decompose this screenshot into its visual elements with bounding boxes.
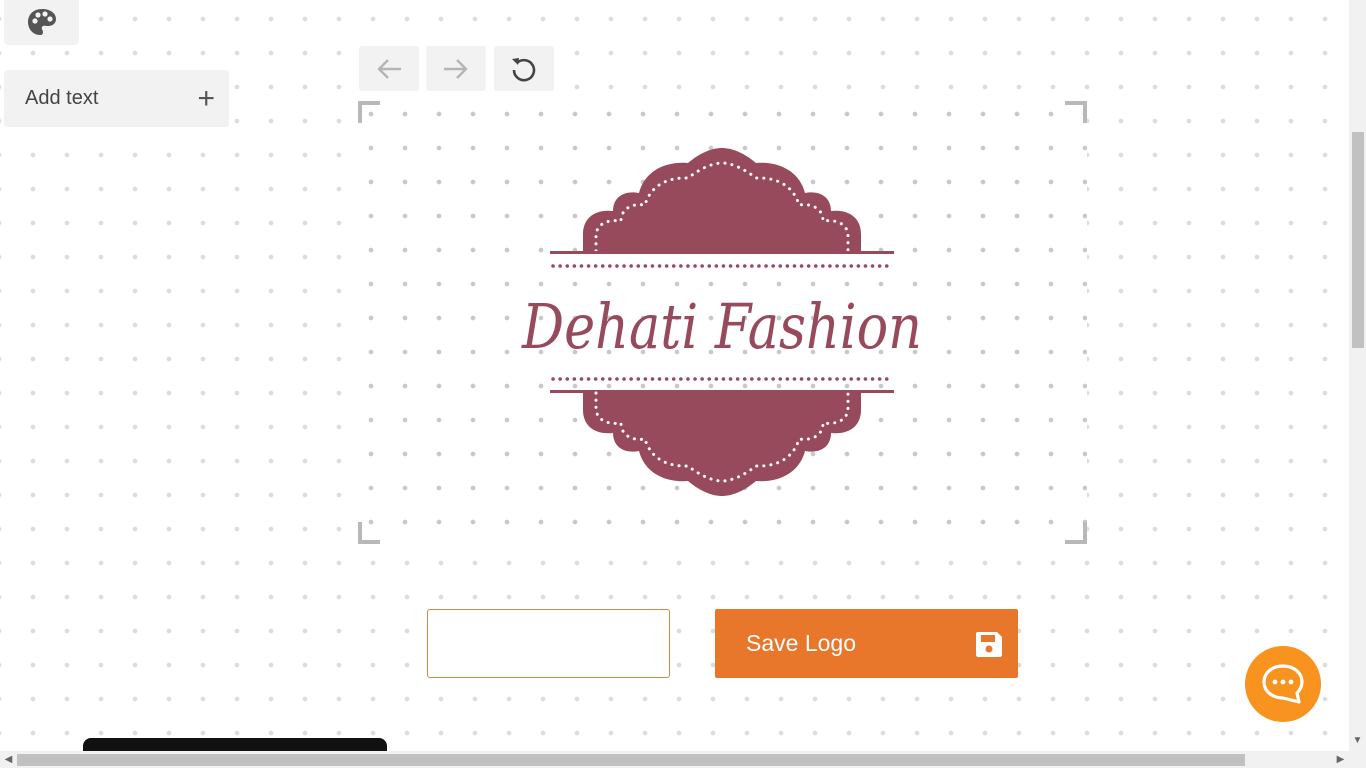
palette-icon <box>27 8 56 35</box>
floppy-disk-icon <box>976 631 1002 657</box>
scroll-left-arrow-icon[interactable]: ◀ <box>0 751 17 768</box>
add-text-button[interactable]: Add text + <box>4 70 229 127</box>
scroll-down-arrow-icon[interactable]: ▼ <box>1349 732 1366 749</box>
top-badge-shape <box>583 148 861 251</box>
arrow-left-icon <box>377 58 401 79</box>
reset-button[interactable] <box>494 46 554 91</box>
logo-emblem[interactable]: Dehati Fashion <box>358 101 1087 544</box>
plus-icon: + <box>197 81 215 115</box>
save-logo-label: Save Logo <box>746 630 856 656</box>
color-palette-button[interactable] <box>4 0 79 45</box>
vertical-scrollbar-thumb[interactable] <box>1352 132 1364 348</box>
horizontal-scrollbar[interactable]: ◀ ▶ <box>0 751 1366 768</box>
vertical-scrollbar[interactable]: ▼ <box>1349 0 1366 751</box>
bottom-badge-shape <box>583 393 861 496</box>
chat-bubble-icon <box>1262 664 1304 704</box>
chat-button[interactable] <box>1245 646 1321 722</box>
redo-button[interactable] <box>426 46 486 91</box>
scroll-right-arrow-icon[interactable]: ▶ <box>1332 751 1349 768</box>
logo-text[interactable]: Dehati Fashion <box>521 290 922 363</box>
undo-button[interactable] <box>359 46 419 91</box>
empty-field[interactable] <box>427 609 670 678</box>
logo-canvas[interactable]: Dehati Fashion <box>358 101 1087 544</box>
horizontal-scrollbar-thumb[interactable] <box>17 754 1245 766</box>
add-text-label: Add text <box>25 87 99 109</box>
save-logo-button[interactable]: Save Logo <box>715 609 1018 678</box>
arrow-right-icon <box>444 58 468 79</box>
reset-icon <box>512 57 536 81</box>
